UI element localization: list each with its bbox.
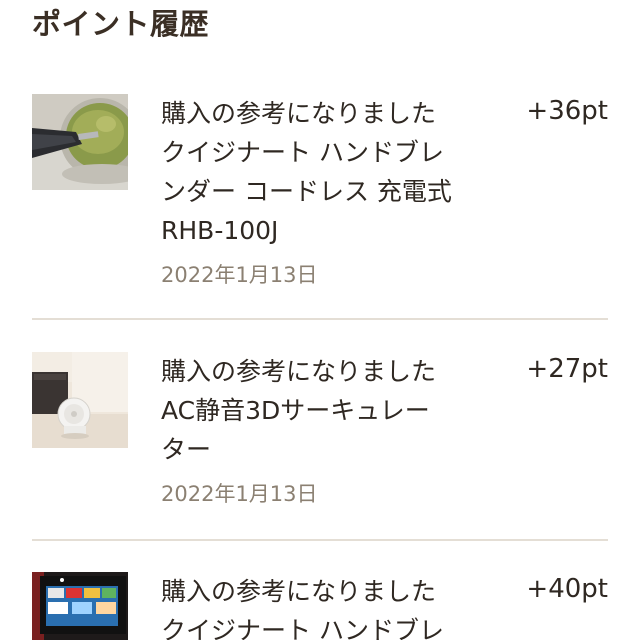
history-item-product-line: RHB-100J [161,216,279,245]
product-thumbnail[interactable] [32,352,128,448]
history-item-product-line: クイジナート ハンドブレ [161,138,444,167]
history-item[interactable]: 購入の参考になりました クイジナート ハンドブレ ンダー コードレス 充電式 R… [32,94,608,320]
point-history-list: 購入の参考になりました クイジナート ハンドブレ ンダー コードレス 充電式 R… [0,0,640,640]
tv-room-photo [32,572,128,640]
divider [32,318,608,320]
history-item-points: +27pt [526,354,608,384]
divider [32,539,608,541]
product-thumbnail[interactable] [32,94,128,190]
history-item-product-line: AC静音3Dサーキュレー [161,396,430,425]
history-item-product-line: ンダー コードレス 充電式 [161,177,452,206]
history-item-date: 2022年1月13日 [161,482,318,506]
history-item-description: 購入の参考になりました クイジナート ハンドブレ [161,572,501,640]
history-item-points: +40pt [526,574,608,604]
history-item-points: +36pt [526,96,608,126]
history-item-date: 2022年1月13日 [161,263,318,287]
hand-blender-photo [32,94,128,190]
history-item-text: 購入の参考になりました クイジナート ハンドブレ ンダー コードレス 充電式 R… [161,94,501,290]
history-item-product-line: ター [161,435,212,464]
history-item-reason: 購入の参考になりました [161,357,437,386]
history-item-reason: 購入の参考になりました [161,577,437,606]
history-item[interactable]: 購入の参考になりました クイジナート ハンドブレ +40pt [32,572,608,640]
history-item-description: 購入の参考になりました AC静音3Dサーキュレー ター [161,352,501,469]
history-item-text: 購入の参考になりました クイジナート ハンドブレ [161,572,501,640]
history-item-description: 購入の参考になりました クイジナート ハンドブレ ンダー コードレス 充電式 R… [161,94,501,250]
history-item[interactable]: 購入の参考になりました AC静音3Dサーキュレー ター 2022年1月13日 +… [32,352,608,540]
product-thumbnail[interactable] [32,572,128,640]
circulator-photo [32,352,128,448]
history-item-reason: 購入の参考になりました [161,99,437,128]
history-item-product-line: クイジナート ハンドブレ [161,616,444,640]
history-item-text: 購入の参考になりました AC静音3Dサーキュレー ター 2022年1月13日 [161,352,501,509]
